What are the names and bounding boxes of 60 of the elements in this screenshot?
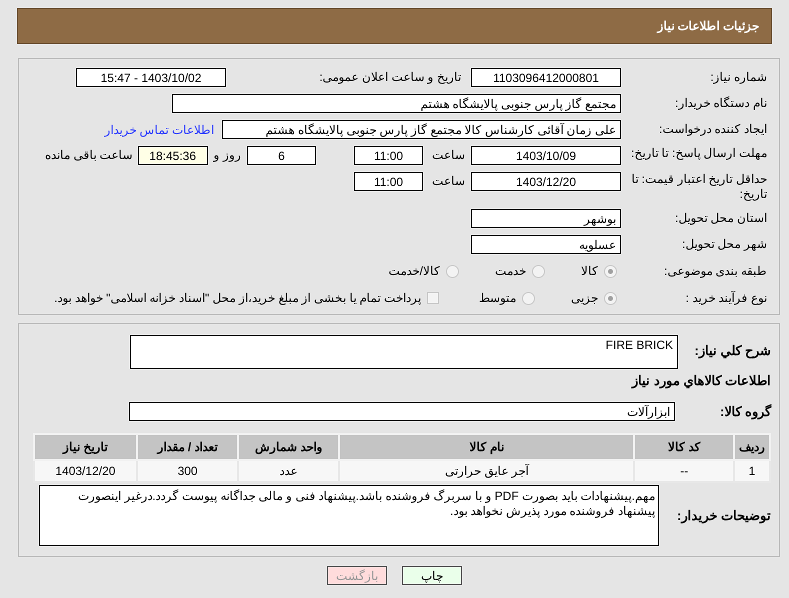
table-cell: 1403/12/20 [34, 460, 137, 482]
radio-button[interactable] [604, 292, 617, 304]
table-cell: 1 [734, 460, 770, 482]
input-field[interactable]: 1103096412000801 [471, 68, 621, 87]
field-label: گروه کالا: [719, 404, 771, 419]
field-label: توضیحات خریدار: [676, 508, 771, 523]
input-field[interactable]: 18:45:36 [138, 146, 208, 165]
input-field[interactable]: ابزارآلات [129, 402, 675, 421]
notes-textarea[interactable]: مهم.پیشنهادات باید بصورت PDF و با سربرگ فروشنده باشد.پیشنهاد فنی و مالی جداگانه پیوست گردد.درغیر اینصورت پیشنهاد فروشنده مورد پذیرش نخواهد بود. [39, 485, 659, 546]
field-label: نوع فرآیند خرید : [684, 290, 767, 306]
column-header: تاريخ نياز [34, 434, 137, 460]
radio-label: خدمت [495, 264, 526, 278]
input-field[interactable]: 11:00 [354, 146, 423, 165]
field-label: تاریخ و ساعت اعلان عمومی: [318, 70, 461, 85]
field-label: ساعت باقی مانده [44, 148, 133, 163]
input-field[interactable]: 1403/12/20 [471, 172, 621, 191]
radio-button[interactable] [604, 264, 617, 278]
checkbox-label: پرداخت تمام یا بخشی از مبلغ خرید،از محل "اسناد خزانه اسلامی" خواهد بود. [54, 291, 421, 305]
input-field[interactable]: 6 [247, 146, 316, 165]
radio-label: متوسط [479, 291, 516, 305]
input-field[interactable]: بوشهر [471, 209, 621, 228]
field-label: حداقل تاریخ اعتبار قیمت: تا تاریخ: [630, 172, 767, 202]
column-header: نام کالا [339, 434, 634, 460]
field-label: ساعت [431, 174, 465, 189]
field-label: طبقه بندی موضوعی: [662, 264, 767, 278]
page-title: جزئیات اطلاعات نیاز [657, 19, 759, 33]
input-field[interactable]: عسلویه [471, 235, 621, 254]
table-cell: عدد [238, 460, 340, 482]
field-label: شرح کلي نياز: [693, 343, 771, 358]
section-heading: اطلاعات کالاهاي مورد نياز [632, 374, 771, 388]
table-cell: آجر عایق حرارتی [339, 460, 634, 482]
print-button[interactable]: چاپ [402, 566, 462, 585]
column-header: واحد شمارش [238, 434, 340, 460]
checkbox[interactable] [427, 292, 439, 304]
input-field[interactable]: علی زمان آقائی کارشناس کالا مجتمع گاز پارس جنوبی پالایشگاه هشتم [222, 120, 621, 139]
radio-button[interactable] [446, 264, 459, 278]
field-label: ساعت [431, 148, 465, 163]
contact-link[interactable]: اطلاعات تماس خریدار [104, 122, 214, 136]
column-header: تعداد / مقدار [136, 434, 238, 460]
radio-label: کالا [581, 264, 598, 278]
radio-label: جزیی [571, 291, 598, 305]
radio-label: کالا/خدمت [388, 264, 440, 278]
field-label: شهر محل تحویل: [680, 237, 767, 252]
table-cell: -- [634, 460, 734, 482]
radio-button[interactable] [532, 264, 545, 278]
field-label: نام دستگاه خریدار: [674, 96, 767, 111]
input-field[interactable]: 1403/10/02 - 15:47 [76, 68, 226, 87]
summary-textarea[interactable]: FIRE BRICK [130, 335, 678, 369]
field-label: روز و [214, 148, 241, 163]
input-field[interactable]: 11:00 [354, 172, 423, 191]
column-header: رديف [734, 434, 770, 460]
field-label: ایجاد کننده درخواست: [658, 122, 767, 137]
column-header: کد کالا [634, 434, 734, 460]
field-label: شماره نیاز: [709, 70, 767, 85]
input-field[interactable]: مجتمع گاز پارس جنوبی پالایشگاه هشتم [172, 94, 621, 113]
table-cell: 300 [136, 460, 238, 482]
field-label: استان محل تحویل: [674, 211, 767, 226]
field-label: مهلت ارسال پاسخ: تا تاریخ: [630, 146, 767, 161]
input-field[interactable]: 1403/10/09 [471, 146, 621, 165]
radio-button[interactable] [522, 292, 535, 304]
